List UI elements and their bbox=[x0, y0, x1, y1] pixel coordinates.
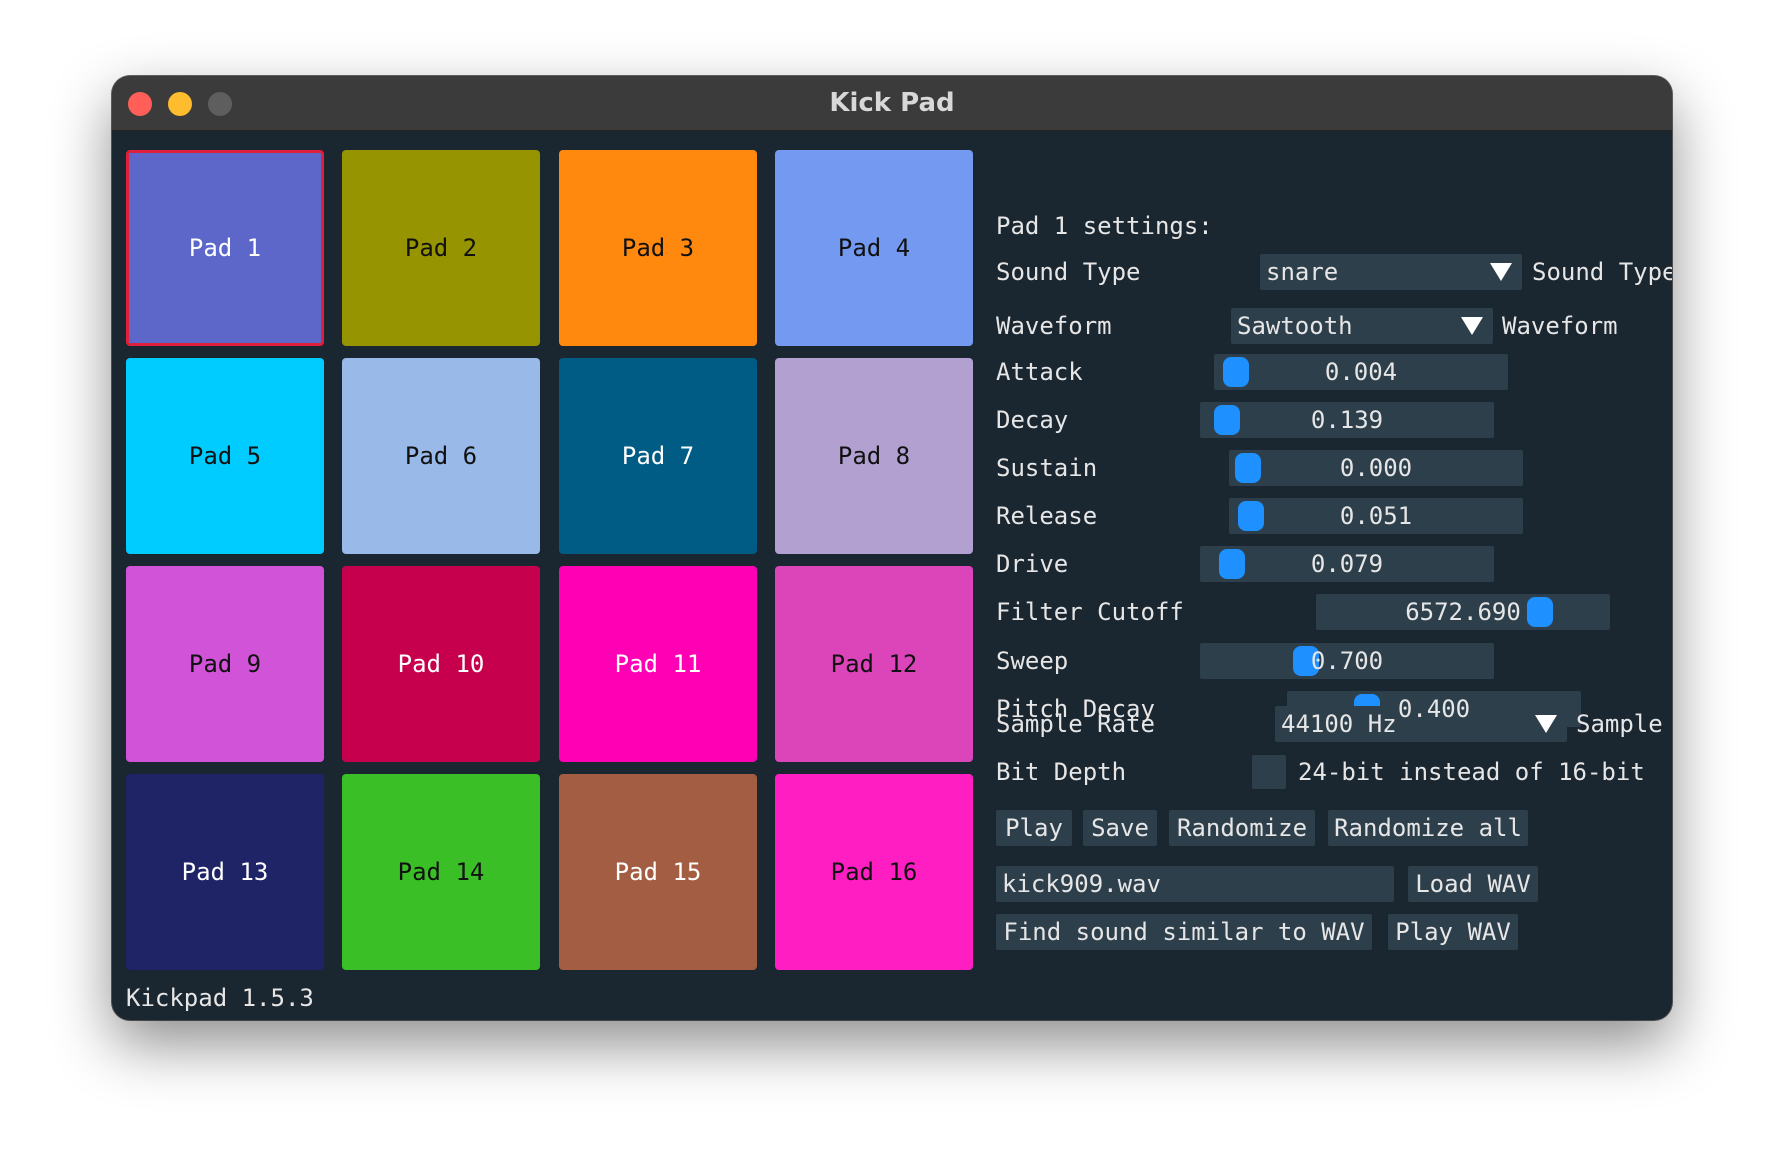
pad-button-16[interactable]: Pad 16 bbox=[775, 774, 973, 970]
chevron-down-icon bbox=[1531, 706, 1561, 742]
slider-grab-handle[interactable] bbox=[1235, 453, 1261, 483]
slider-value: 0.400 bbox=[1397, 695, 1471, 723]
pad-label: Pad 3 bbox=[621, 234, 695, 262]
chevron-down-icon bbox=[1486, 254, 1516, 290]
pad-button-14[interactable]: Pad 14 bbox=[342, 774, 540, 970]
slider-value: 0.004 bbox=[1324, 358, 1398, 386]
pad-button-9[interactable]: Pad 9 bbox=[126, 566, 324, 762]
drive-slider[interactable]: 0.079 bbox=[1200, 546, 1494, 582]
drive-label: Drive bbox=[996, 550, 1069, 578]
app-window: Kick Pad Pad 1 Pad 2 Pad 3 Pad 4 Pad 5 Pad 6 P… bbox=[112, 76, 1672, 1020]
load-wav-button[interactable]: Load WAV bbox=[1408, 866, 1538, 902]
bit-depth-checkbox-label: 24-bit instead of 16-bit bbox=[1298, 758, 1645, 786]
slider-value: 6572.690 bbox=[1405, 598, 1521, 626]
sustain-label: Sustain bbox=[996, 454, 1098, 482]
play-wav-button[interactable]: Play WAV bbox=[1388, 914, 1518, 950]
wav-file-input[interactable]: kick909.wav bbox=[996, 866, 1394, 902]
pad-label: Pad 10 bbox=[397, 650, 485, 678]
sound-type-label: Sound Type bbox=[996, 258, 1141, 286]
pad-button-1[interactable]: Pad 1 bbox=[126, 150, 324, 346]
decay-slider[interactable]: 0.139 bbox=[1200, 402, 1494, 438]
waveform-suffix: Waveform bbox=[1502, 312, 1618, 340]
pad-label: Pad 2 bbox=[404, 234, 478, 262]
find-similar-button[interactable]: Find sound similar to WAV bbox=[996, 914, 1372, 950]
pad-label: Pad 5 bbox=[188, 442, 262, 470]
play-button[interactable]: Play bbox=[996, 810, 1072, 846]
pad-label: Pad 11 bbox=[614, 650, 702, 678]
pad-button-10[interactable]: Pad 10 bbox=[342, 566, 540, 762]
pad-button-7[interactable]: Pad 7 bbox=[559, 358, 757, 554]
pad-button-5[interactable]: Pad 5 bbox=[126, 358, 324, 554]
attack-slider[interactable]: 0.004 bbox=[1214, 354, 1508, 390]
pad-button-3[interactable]: Pad 3 bbox=[559, 150, 757, 346]
pad-label: Pad 13 bbox=[181, 858, 269, 886]
release-slider[interactable]: 0.051 bbox=[1229, 498, 1523, 534]
waveform-label: Waveform bbox=[996, 312, 1112, 340]
version-label: Kickpad 1.5.3 bbox=[126, 984, 314, 1012]
pad-label: Pad 12 bbox=[830, 650, 918, 678]
sound-type-value: snare bbox=[1266, 258, 1339, 286]
bit-depth-checkbox[interactable] bbox=[1252, 755, 1286, 789]
slider-grab-handle[interactable] bbox=[1222, 357, 1249, 387]
slider-value: 0.000 bbox=[1339, 454, 1413, 482]
slider-value: 0.079 bbox=[1310, 550, 1384, 578]
pad-button-6[interactable]: Pad 6 bbox=[342, 358, 540, 554]
pad-button-13[interactable]: Pad 13 bbox=[126, 774, 324, 970]
pad-label: Pad 1 bbox=[188, 234, 262, 262]
slider-value: 0.051 bbox=[1339, 502, 1413, 530]
pad-button-8[interactable]: Pad 8 bbox=[775, 358, 973, 554]
sample-rate-value: 44100 Hz bbox=[1281, 710, 1397, 738]
pad-button-4[interactable]: Pad 4 bbox=[775, 150, 973, 346]
title-bar: Kick Pad bbox=[112, 76, 1672, 131]
sample-rate-label: Sample Rate bbox=[996, 710, 1155, 738]
randomize-all-button[interactable]: Randomize all bbox=[1328, 810, 1528, 846]
decay-label: Decay bbox=[996, 406, 1069, 434]
chevron-down-icon bbox=[1457, 308, 1487, 344]
randomize-button[interactable]: Randomize bbox=[1169, 810, 1315, 846]
window-title: Kick Pad bbox=[829, 88, 955, 118]
bit-depth-label: Bit Depth bbox=[996, 758, 1127, 786]
pad-button-2[interactable]: Pad 2 bbox=[342, 150, 540, 346]
slider-grab-handle[interactable] bbox=[1526, 597, 1553, 627]
pad-label: Pad 4 bbox=[837, 234, 911, 262]
pad-button-15[interactable]: Pad 15 bbox=[559, 774, 757, 970]
pad-label: Pad 16 bbox=[830, 858, 918, 886]
sweep-label: Sweep bbox=[996, 647, 1069, 675]
sound-type-dropdown[interactable]: snare bbox=[1260, 254, 1522, 290]
attack-label: Attack bbox=[996, 358, 1083, 386]
waveform-value: Sawtooth bbox=[1237, 312, 1353, 340]
release-label: Release bbox=[996, 502, 1098, 530]
pad-label: Pad 9 bbox=[188, 650, 262, 678]
filter-cutoff-label: Filter Cutoff bbox=[996, 598, 1184, 626]
waveform-dropdown[interactable]: Sawtooth bbox=[1231, 308, 1493, 344]
pad-label: Pad 6 bbox=[404, 442, 478, 470]
save-button[interactable]: Save bbox=[1083, 810, 1157, 846]
pad-label: Pad 7 bbox=[621, 442, 695, 470]
slider-grab-handle[interactable] bbox=[1218, 549, 1245, 579]
pad-label: Pad 14 bbox=[397, 858, 485, 886]
slider-grab-handle[interactable] bbox=[1237, 501, 1264, 531]
slider-value: 0.139 bbox=[1310, 406, 1384, 434]
pad-label: Pad 8 bbox=[837, 442, 911, 470]
pad-label: Pad 15 bbox=[614, 858, 702, 886]
sample-rate-suffix: Sample Rate bbox=[1576, 710, 1672, 738]
sweep-slider[interactable]: 0.700 bbox=[1200, 643, 1494, 679]
filter-cutoff-slider[interactable]: 6572.690 bbox=[1316, 594, 1610, 630]
pad-button-12[interactable]: Pad 12 bbox=[775, 566, 973, 762]
sound-type-suffix: Sound Type bbox=[1532, 258, 1672, 286]
slider-grab-handle[interactable] bbox=[1213, 405, 1240, 435]
sustain-slider[interactable]: 0.000 bbox=[1229, 450, 1523, 486]
slider-value: 0.700 bbox=[1310, 647, 1384, 675]
settings-heading: Pad 1 settings: bbox=[996, 212, 1213, 240]
pad-button-11[interactable]: Pad 11 bbox=[559, 566, 757, 762]
